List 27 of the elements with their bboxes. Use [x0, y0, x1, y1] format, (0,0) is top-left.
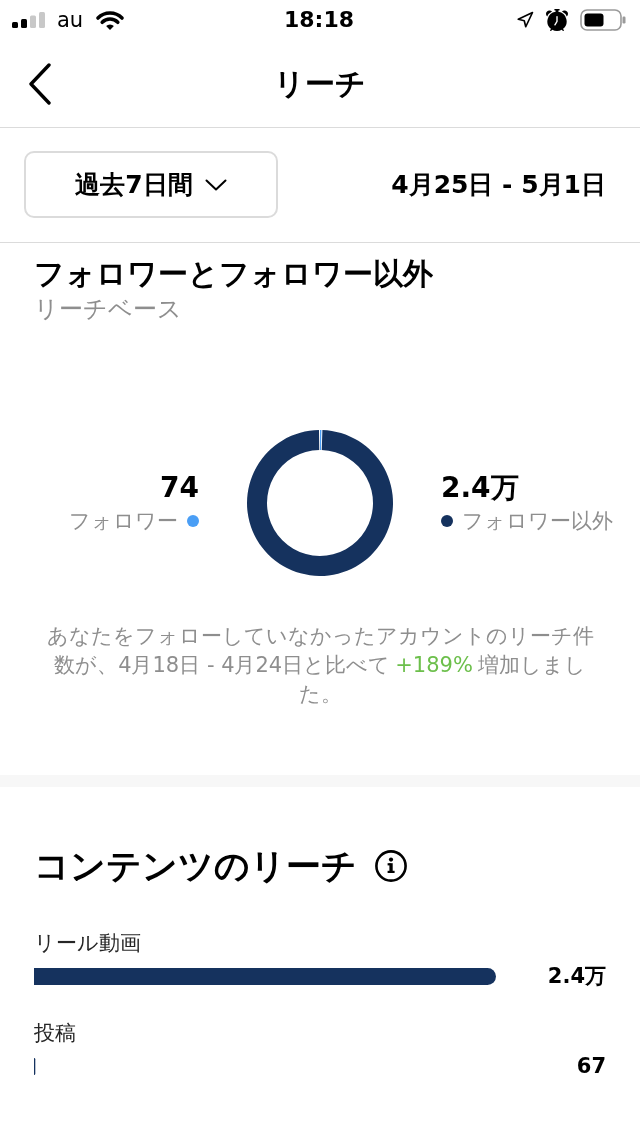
chevron-left-icon: [28, 62, 52, 105]
wifi-icon: [95, 9, 126, 31]
legend-value: 2.4万: [441, 471, 519, 505]
legend-label: フォロワー以外: [462, 508, 613, 535]
alarm-clock-icon: [546, 9, 568, 31]
section-subtitle: リーチベース: [34, 294, 183, 325]
period-dropdown[interactable]: 過去7日間: [24, 151, 278, 218]
content-type-label: 投稿: [34, 1020, 77, 1047]
back-button[interactable]: [28, 62, 52, 105]
caret-down-icon: [204, 178, 227, 191]
page-title: リーチ: [273, 65, 367, 102]
content-type-label: リール動画: [34, 930, 142, 957]
date-range: 4月25日 - 5月1日: [391, 169, 606, 200]
battery-icon: [580, 9, 626, 31]
location-arrow-icon: [516, 11, 534, 29]
info-button[interactable]: [375, 850, 407, 882]
section-title: コンテンツのリーチ: [34, 845, 357, 888]
info-icon: [375, 850, 407, 882]
carrier-label: au: [57, 8, 84, 32]
reach-count: 67: [576, 1053, 606, 1080]
legend-label: フォロワー: [69, 508, 178, 535]
clock-time: 18:18: [284, 7, 354, 33]
section-title: フォロワーとフォロワー以外: [34, 255, 434, 293]
signal-icon: [12, 12, 45, 28]
reach-count: 2.4万: [547, 963, 606, 990]
comparison-note: あなたをフォローしていなかったアカウントのリーチ件数が、4月18日 - 4月24日と比べて +189% 増加しました。: [45, 623, 595, 708]
legend-value: 74: [160, 471, 199, 505]
